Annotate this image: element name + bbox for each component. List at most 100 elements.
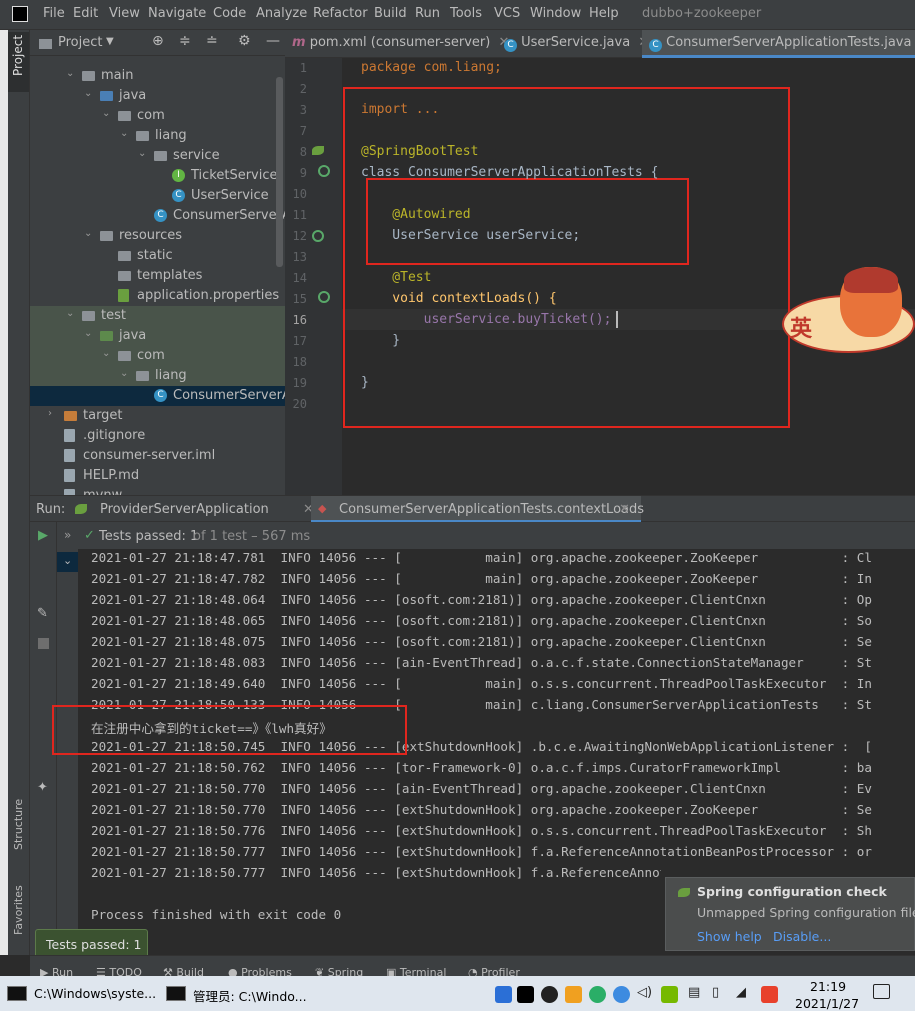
menu-code[interactable]: Code <box>213 6 246 21</box>
tree-item[interactable]: ⌄ java <box>30 326 285 346</box>
tree-scrollbar[interactable] <box>276 77 283 267</box>
gear-icon[interactable]: ⚙ <box>238 33 251 49</box>
tree-item[interactable]: ⌄ service <box>30 146 285 166</box>
wrench-icon[interactable]: ✎ <box>37 606 48 621</box>
tree-item[interactable]: application.properties <box>30 286 285 306</box>
app-k-icon[interactable] <box>613 986 630 1003</box>
minimize-icon[interactable]: — <box>266 33 280 49</box>
tree-item[interactable]: HELP.md <box>30 466 285 486</box>
sogou-icon[interactable] <box>761 986 778 1003</box>
structure-side-label[interactable]: Structure <box>12 799 25 850</box>
menu-edit[interactable]: Edit <box>73 6 98 21</box>
volume-icon[interactable]: ◁) <box>637 985 652 1000</box>
taskbar-cmd-1[interactable]: C:\Windows\syste... <box>0 977 158 1011</box>
tree-item[interactable]: .gitignore <box>30 426 285 446</box>
security-icon[interactable] <box>565 986 582 1003</box>
code-line[interactable]: userService.buyTicket(); <box>361 312 612 327</box>
stop-icon[interactable] <box>38 638 49 649</box>
menu-analyze[interactable]: Analyze <box>256 6 307 21</box>
project-view-selector[interactable]: Project <box>58 35 102 50</box>
tree-item[interactable]: ⌄ liang <box>30 366 285 386</box>
notification-center-icon[interactable] <box>873 984 890 999</box>
chevron-down-icon[interactable]: ⌄ <box>120 128 128 139</box>
favorites-side-label[interactable]: Favorites <box>12 885 25 935</box>
run-tab-provider[interactable]: ProviderServerApplication ✕ <box>75 496 315 523</box>
code-line[interactable]: } <box>361 333 400 348</box>
code-line[interactable]: } <box>361 375 369 390</box>
wechat-icon[interactable] <box>589 986 606 1003</box>
run-tab-consumer-tests[interactable]: ◆ ConsumerServerApplicationTests.context… <box>311 496 644 523</box>
chevron-down-icon[interactable]: ⌄ <box>138 148 146 159</box>
tree-item[interactable]: ⌄ java <box>30 86 285 106</box>
chevron-down-icon[interactable]: ⌄ <box>120 368 128 379</box>
tree-item[interactable]: templates <box>30 266 285 286</box>
expand-all-icon[interactable]: ≑ <box>179 33 191 49</box>
spring-bean-icon[interactable] <box>312 146 324 155</box>
tree-item[interactable]: C ConsumerServerAp <box>30 206 285 226</box>
close-icon[interactable]: ✕ <box>619 502 630 517</box>
code-line[interactable]: class ConsumerServerApplicationTests { <box>361 165 658 180</box>
menu-help[interactable]: Help <box>589 6 619 21</box>
tree-item[interactable]: › target <box>30 406 285 426</box>
tree-item[interactable]: mvnw <box>30 486 285 495</box>
tab-pom-xml[interactable]: m pom.xml (consumer-server) ✕ <box>292 35 509 59</box>
menu-refactor[interactable]: Refactor <box>313 6 368 21</box>
rerun-icon[interactable]: ▶ <box>38 528 48 543</box>
nvidia-icon[interactable] <box>661 986 678 1003</box>
tree-item[interactable]: ⌄ liang <box>30 126 285 146</box>
tree-item[interactable]: ⌄ com <box>30 106 285 126</box>
collapse-all-icon[interactable]: ≐ <box>206 33 218 49</box>
disable-link[interactable]: Disable... <box>773 929 831 944</box>
menu-vcs[interactable]: VCS <box>494 6 520 21</box>
tree-item[interactable]: I TicketService <box>30 166 285 186</box>
menu-file[interactable]: File <box>43 6 65 21</box>
tree-item[interactable]: C UserService <box>30 186 285 206</box>
intellij-tray-icon[interactable] <box>517 986 534 1003</box>
code-line[interactable]: import ... <box>361 102 439 117</box>
chevron-down-icon[interactable]: ▼ <box>106 36 114 47</box>
menu-build[interactable]: Build <box>374 6 407 21</box>
qq-icon[interactable] <box>541 986 558 1003</box>
tab-consumer-tests-label[interactable]: C ConsumerServerApplicationTests.java <box>649 35 911 59</box>
menu-tools[interactable]: Tools <box>450 6 482 21</box>
usb-icon[interactable]: ▯ <box>712 985 719 1000</box>
tree-item[interactable]: static <box>30 246 285 266</box>
pin-icon[interactable]: ✦ <box>37 780 48 795</box>
taskbar-cmd-2[interactable]: 管理员: C:\Windo... <box>160 977 310 1011</box>
shield-icon[interactable] <box>495 986 512 1003</box>
expand-icon[interactable]: » <box>64 528 71 542</box>
wifi-icon[interactable]: ◢ <box>736 985 746 1000</box>
tab-userservice[interactable]: C UserService.java ✕ <box>504 35 649 59</box>
run-test-icon[interactable] <box>318 165 330 177</box>
clock-date[interactable]: 2021/1/27 <box>795 996 859 1011</box>
chevron-down-icon[interactable]: ⌄ <box>66 68 74 79</box>
menu-window[interactable]: Window <box>530 6 581 21</box>
clock-time[interactable]: 21:19 <box>810 979 846 994</box>
tree-item[interactable]: ⌄ com <box>30 346 285 366</box>
tree-item[interactable]: ⌄ main <box>30 66 285 86</box>
tree-item[interactable]: consumer-server.iml <box>30 446 285 466</box>
tree-item[interactable]: ⌄ resources <box>30 226 285 246</box>
code-line[interactable]: UserService userService; <box>361 228 580 243</box>
chevron-right-icon[interactable]: › <box>48 408 52 419</box>
chevron-down-icon[interactable]: ⌄ <box>84 88 92 99</box>
menu-navigate[interactable]: Navigate <box>148 6 206 21</box>
project-tool-button[interactable]: Project <box>8 32 29 92</box>
network-icon[interactable]: ▤ <box>688 985 700 1000</box>
show-help-link[interactable]: Show help <box>697 929 762 944</box>
code-line[interactable]: void contextLoads() { <box>361 291 556 306</box>
chevron-down-icon[interactable]: ⌄ <box>102 348 110 359</box>
chevron-down-icon[interactable]: ⌄ <box>84 328 92 339</box>
chevron-down-icon[interactable]: ⌄ <box>102 108 110 119</box>
autowired-navigate-icon[interactable] <box>312 230 324 242</box>
chevron-down-icon[interactable]: ⌄ <box>66 308 74 319</box>
run-test-icon[interactable] <box>318 291 330 303</box>
menu-view[interactable]: View <box>109 6 140 21</box>
code-line[interactable]: @SpringBootTest <box>361 144 478 159</box>
code-line[interactable]: package com.liang; <box>361 60 502 75</box>
tree-item[interactable]: ⌄ test <box>30 306 285 326</box>
menu-run[interactable]: Run <box>415 6 440 21</box>
code-line[interactable]: @Test <box>361 270 431 285</box>
tree-item[interactable]: C ConsumerServerAp <box>30 386 285 406</box>
chevron-down-icon[interactable]: ⌄ <box>63 554 72 567</box>
